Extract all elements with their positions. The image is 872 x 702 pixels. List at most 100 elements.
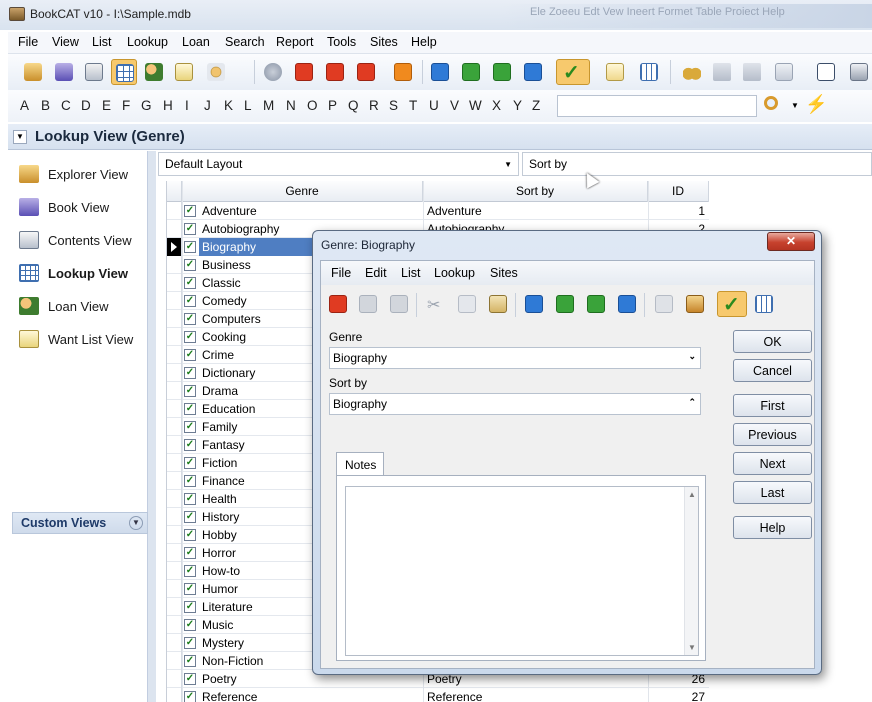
paste-button[interactable] [485, 291, 511, 317]
dialog-menu-lookup[interactable]: Lookup [434, 266, 475, 280]
view-item-want-list[interactable]: Want List View [14, 325, 148, 353]
last-record-button[interactable] [520, 59, 546, 85]
refresh-button[interactable] [390, 59, 416, 85]
view-item-contents[interactable]: Contents View [14, 226, 148, 254]
chevron-down-icon[interactable]: ⌄ [688, 351, 696, 362]
row-checkbox[interactable]: ✓ [184, 349, 196, 361]
letter-y[interactable]: Y [513, 98, 522, 113]
letter-l[interactable]: L [244, 98, 252, 113]
print-button[interactable] [846, 59, 872, 85]
row-checkbox[interactable]: ✓ [184, 277, 196, 289]
add-button[interactable] [291, 59, 317, 85]
letter-d[interactable]: D [81, 98, 91, 113]
dialog-add-button[interactable] [325, 291, 351, 317]
scroll-down-icon[interactable]: ▼ [688, 643, 696, 652]
next-button[interactable]: Next [733, 452, 812, 475]
letter-h[interactable]: H [163, 98, 173, 113]
home-button[interactable] [20, 59, 46, 85]
sortby-field[interactable]: Biography ⌃ [329, 393, 701, 415]
move-up-button[interactable] [322, 59, 348, 85]
row-checkbox[interactable]: ✓ [184, 205, 196, 217]
layout-select[interactable]: Default Layout ▼ [158, 152, 519, 176]
sort-select[interactable]: Sort by [522, 152, 872, 176]
column-header-id[interactable]: ID [648, 181, 709, 202]
dialog-prev-button[interactable] [552, 291, 578, 317]
menu-loan[interactable]: Loan [182, 35, 210, 49]
previous-button[interactable]: Previous [733, 423, 812, 446]
row-checkbox[interactable]: ✓ [184, 511, 196, 523]
search-dropdown-arrow[interactable]: ▼ [791, 101, 799, 110]
row-checkbox[interactable]: ✓ [184, 475, 196, 487]
row-checkbox[interactable]: ✓ [184, 241, 196, 253]
view-item-loan[interactable]: Loan View [14, 292, 148, 320]
row-checkbox[interactable]: ✓ [184, 655, 196, 667]
tab-notes[interactable]: Notes [336, 452, 384, 476]
letter-f[interactable]: F [122, 98, 130, 113]
first-button[interactable]: First [733, 394, 812, 417]
menu-lookup[interactable]: Lookup [127, 35, 168, 49]
letter-c[interactable]: C [61, 98, 71, 113]
loan-button[interactable] [141, 59, 167, 85]
cut-button[interactable]: ✂ [423, 291, 449, 317]
cancel-button[interactable]: Cancel [733, 359, 812, 382]
ok-button[interactable]: OK [733, 330, 812, 353]
menu-view[interactable]: View [52, 35, 79, 49]
row-checkbox[interactable]: ✓ [184, 223, 196, 235]
dialog-next-button[interactable] [583, 291, 609, 317]
column-header-sort[interactable]: Sort by [423, 181, 648, 202]
letter-g[interactable]: G [141, 98, 152, 113]
notes-scrollbar[interactable]: ▲ ▼ [684, 487, 698, 655]
letter-o[interactable]: O [307, 98, 318, 113]
view-item-book[interactable]: Book View [14, 193, 148, 221]
prev-record-button[interactable] [458, 59, 484, 85]
forward-button[interactable] [739, 59, 765, 85]
genre-field[interactable]: Biography ⌄ [329, 347, 701, 369]
check-button[interactable]: ✓ [556, 59, 590, 85]
row-checkbox[interactable]: ✓ [184, 331, 196, 343]
notes-textarea[interactable]: ▲ ▼ [345, 486, 699, 656]
want-list-button[interactable] [171, 59, 197, 85]
first-record-button[interactable] [427, 59, 453, 85]
copy-button[interactable] [454, 291, 480, 317]
menu-list[interactable]: List [92, 35, 111, 49]
edit-button[interactable] [651, 291, 677, 317]
tools-button[interactable] [203, 59, 229, 85]
letter-t[interactable]: T [409, 98, 417, 113]
table-row[interactable]: ✓ Reference Reference 27 [167, 688, 709, 702]
letter-p[interactable]: P [328, 98, 337, 113]
view-item-explorer[interactable]: Explorer View [14, 160, 148, 188]
row-checkbox[interactable]: ✓ [184, 565, 196, 577]
last-button[interactable]: Last [733, 481, 812, 504]
letter-b[interactable]: B [41, 98, 50, 113]
letter-x[interactable]: X [492, 98, 501, 113]
lookup-button[interactable] [111, 59, 137, 85]
windows-button[interactable] [771, 59, 797, 85]
menu-search[interactable]: Search [225, 35, 265, 49]
letter-z[interactable]: Z [532, 98, 540, 113]
row-checkbox[interactable]: ✓ [184, 259, 196, 271]
letter-v[interactable]: V [450, 98, 459, 113]
letter-j[interactable]: J [204, 98, 211, 113]
chevron-up-icon[interactable]: ⌃ [688, 397, 696, 408]
columns-button[interactable] [636, 59, 662, 85]
row-checkbox[interactable]: ✓ [184, 367, 196, 379]
letter-s[interactable]: S [389, 98, 398, 113]
custom-views-header[interactable]: Custom Views ▼ [12, 512, 148, 534]
letter-m[interactable]: M [263, 98, 274, 113]
dialog-menu-file[interactable]: File [331, 266, 351, 280]
replace-button[interactable] [682, 291, 708, 317]
row-checkbox[interactable]: ✓ [184, 457, 196, 469]
delete-button[interactable] [353, 59, 379, 85]
plug-icon[interactable]: ⚡ [805, 94, 829, 118]
row-checkbox[interactable]: ✓ [184, 673, 196, 685]
close-button[interactable]: ✕ [767, 232, 815, 251]
column-header-genre[interactable]: Genre [182, 181, 423, 202]
row-checkbox[interactable]: ✓ [184, 439, 196, 451]
row-checkbox[interactable]: ✓ [184, 601, 196, 613]
dialog-last-button[interactable] [614, 291, 640, 317]
row-checkbox[interactable]: ✓ [184, 295, 196, 307]
panel-splitter[interactable] [148, 151, 156, 702]
checklist-button[interactable] [602, 59, 628, 85]
dialog-first-button[interactable] [521, 291, 547, 317]
menu-report[interactable]: Report [276, 35, 314, 49]
